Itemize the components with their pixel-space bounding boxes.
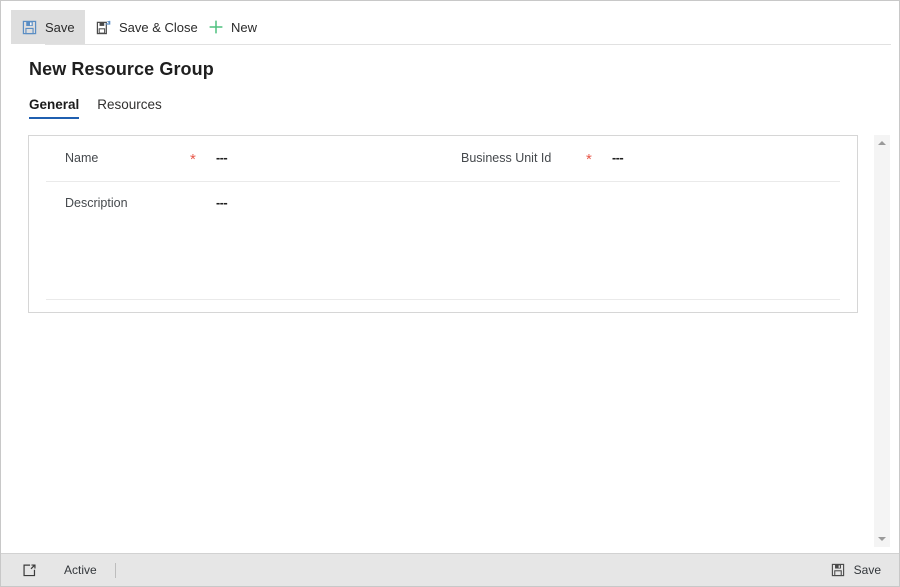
status-bar: Active Save xyxy=(1,553,899,586)
field-business-unit-id[interactable]: Business Unit Id * --- xyxy=(461,149,624,168)
save-button-label: Save xyxy=(45,19,75,35)
tab-strip: General Resources xyxy=(29,97,162,119)
chevron-down-icon[interactable] xyxy=(874,531,890,547)
status-state-label: Active xyxy=(64,563,97,577)
field-name-required-indicator: * xyxy=(190,150,196,168)
tab-resources-label: Resources xyxy=(97,97,162,112)
new-button[interactable]: New xyxy=(197,10,267,44)
chevron-down-glyph xyxy=(878,537,886,541)
field-name-value[interactable]: --- xyxy=(216,151,228,165)
floppy-disk-icon xyxy=(830,562,847,579)
open-in-new-window-icon[interactable] xyxy=(20,561,38,579)
field-description[interactable]: Description --- xyxy=(65,194,228,212)
plus-icon xyxy=(207,19,224,36)
save-and-close-button[interactable]: Save & Close xyxy=(85,10,208,44)
field-description-label: Description xyxy=(65,196,128,210)
field-business-unit-id-label: Business Unit Id xyxy=(461,151,552,165)
page-title: New Resource Group xyxy=(29,59,214,79)
tab-general-label: General xyxy=(29,97,80,112)
resource-group-form-window: Save Save & Close New New Resource Group… xyxy=(0,0,900,587)
field-name[interactable]: Name * --- xyxy=(65,149,228,168)
form-row-name: Name * --- Business Unit Id * --- xyxy=(29,136,857,181)
chevron-up-icon[interactable] xyxy=(874,135,890,151)
tab-general[interactable]: General xyxy=(29,97,80,119)
command-bar: Save Save & Close New xyxy=(1,1,899,45)
general-form-card: Name * --- Business Unit Id * --- Descri… xyxy=(28,135,858,313)
field-business-unit-id-required-indicator: * xyxy=(586,150,592,168)
field-divider xyxy=(46,299,840,300)
field-name-label: Name xyxy=(65,151,99,165)
command-bar-divider xyxy=(45,44,891,45)
save-button[interactable]: Save xyxy=(11,10,85,44)
chevron-up-glyph xyxy=(878,141,886,145)
tab-resources[interactable]: Resources xyxy=(97,97,162,119)
form-row-description: Description --- xyxy=(29,181,857,299)
save-and-close-icon xyxy=(95,19,112,36)
floppy-disk-icon xyxy=(21,19,38,36)
field-description-value[interactable]: --- xyxy=(216,196,228,210)
new-button-label: New xyxy=(231,19,258,35)
status-save-button-label: Save xyxy=(853,563,881,577)
content-scrollbar[interactable] xyxy=(874,135,890,547)
status-separator xyxy=(114,562,116,578)
save-and-close-button-label: Save & Close xyxy=(119,19,198,35)
field-business-unit-id-value[interactable]: --- xyxy=(612,151,624,165)
status-save-button[interactable]: Save xyxy=(830,562,881,579)
